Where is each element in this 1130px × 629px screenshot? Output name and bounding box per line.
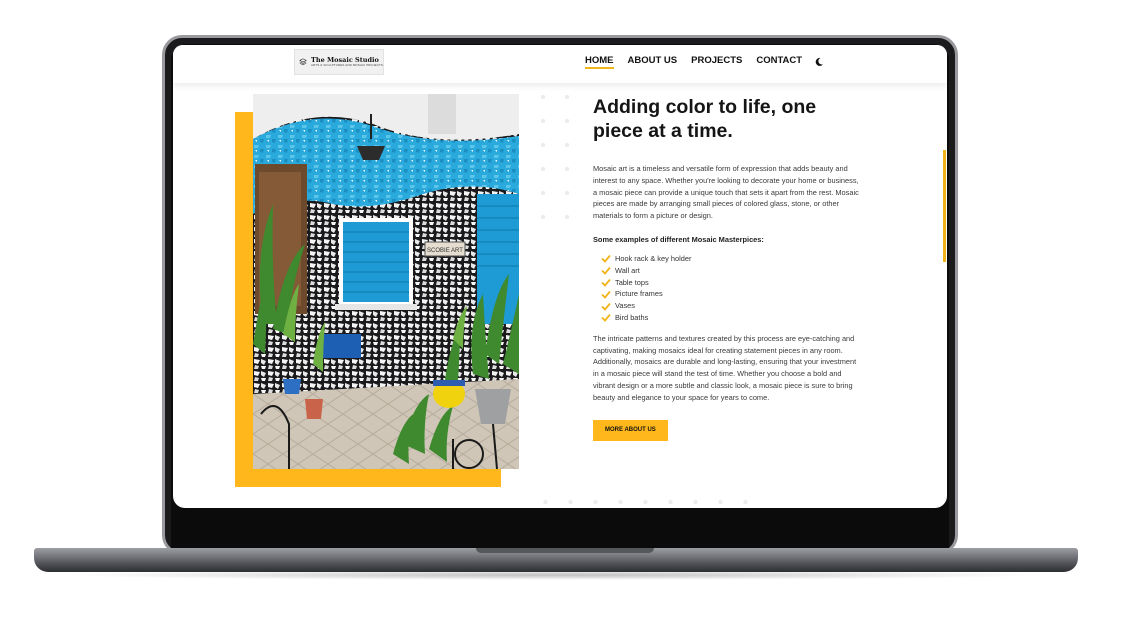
nav-contact[interactable]: CONTACT [756, 55, 802, 68]
nav-about-us[interactable]: ABOUT US [628, 55, 678, 68]
brand-logo[interactable]: The Mosaic Studio ARTS & SCULPTURES AND … [294, 49, 384, 75]
closing-paragraph: The intricate patterns and textures crea… [593, 333, 857, 402]
website-screen: The Mosaic Studio ARTS & SCULPTURES AND … [173, 45, 947, 508]
check-icon [601, 314, 611, 323]
examples-list: Hook rack & key holder Wall art Table to… [601, 253, 863, 324]
list-item-label: Bird baths [615, 312, 649, 322]
photo-sign-text: SCOBIE ART [427, 248, 463, 254]
decorative-dots-bottom [533, 497, 763, 507]
scroll-indicator[interactable] [943, 150, 946, 262]
list-item: Bird baths [601, 312, 863, 324]
stacked-layers-icon [299, 58, 307, 66]
check-icon [601, 302, 611, 311]
moon-icon[interactable] [814, 57, 824, 67]
about-section: Adding color to life, one piece at a tim… [593, 95, 863, 441]
examples-heading: Some examples of different Mosaic Master… [593, 234, 764, 244]
nav-projects[interactable]: PROJECTS [691, 55, 742, 68]
main-menu: HOME ABOUT US PROJECTS CONTACT [585, 55, 824, 69]
check-icon [601, 255, 611, 264]
check-icon [601, 267, 611, 276]
brand-tagline: ARTS & SCULPTURES AND MOSAIC PROJECTS [311, 63, 383, 68]
list-item: Picture frames [601, 288, 863, 300]
check-icon [601, 278, 611, 287]
laptop-bezel-bottom [173, 508, 947, 548]
mosaic-wall-photo: SCOBIE ART [253, 94, 519, 469]
list-item-label: Table tops [615, 277, 649, 287]
list-item-label: Vases [615, 301, 635, 311]
laptop-base-notch [476, 548, 654, 553]
list-item: Vases [601, 300, 863, 312]
list-item: Hook rack & key holder [601, 253, 863, 265]
more-about-us-button[interactable]: MORE ABOUT US [593, 419, 668, 441]
list-item-label: Hook rack & key holder [615, 253, 692, 263]
decorative-dots [531, 85, 571, 225]
list-item: Table tops [601, 277, 863, 289]
nav-home[interactable]: HOME [585, 55, 614, 69]
hero-heading: Adding color to life, one piece at a tim… [593, 96, 817, 142]
list-item-label: Picture frames [615, 289, 663, 299]
check-icon [601, 290, 611, 299]
list-item-label: Wall art [615, 265, 640, 275]
laptop-mockup: The Mosaic Studio ARTS & SCULPTURES AND … [0, 0, 1130, 629]
intro-paragraph: Mosaic art is a timeless and versatile f… [593, 164, 859, 221]
list-item: Wall art [601, 265, 863, 277]
navbar: The Mosaic Studio ARTS & SCULPTURES AND … [173, 45, 947, 83]
